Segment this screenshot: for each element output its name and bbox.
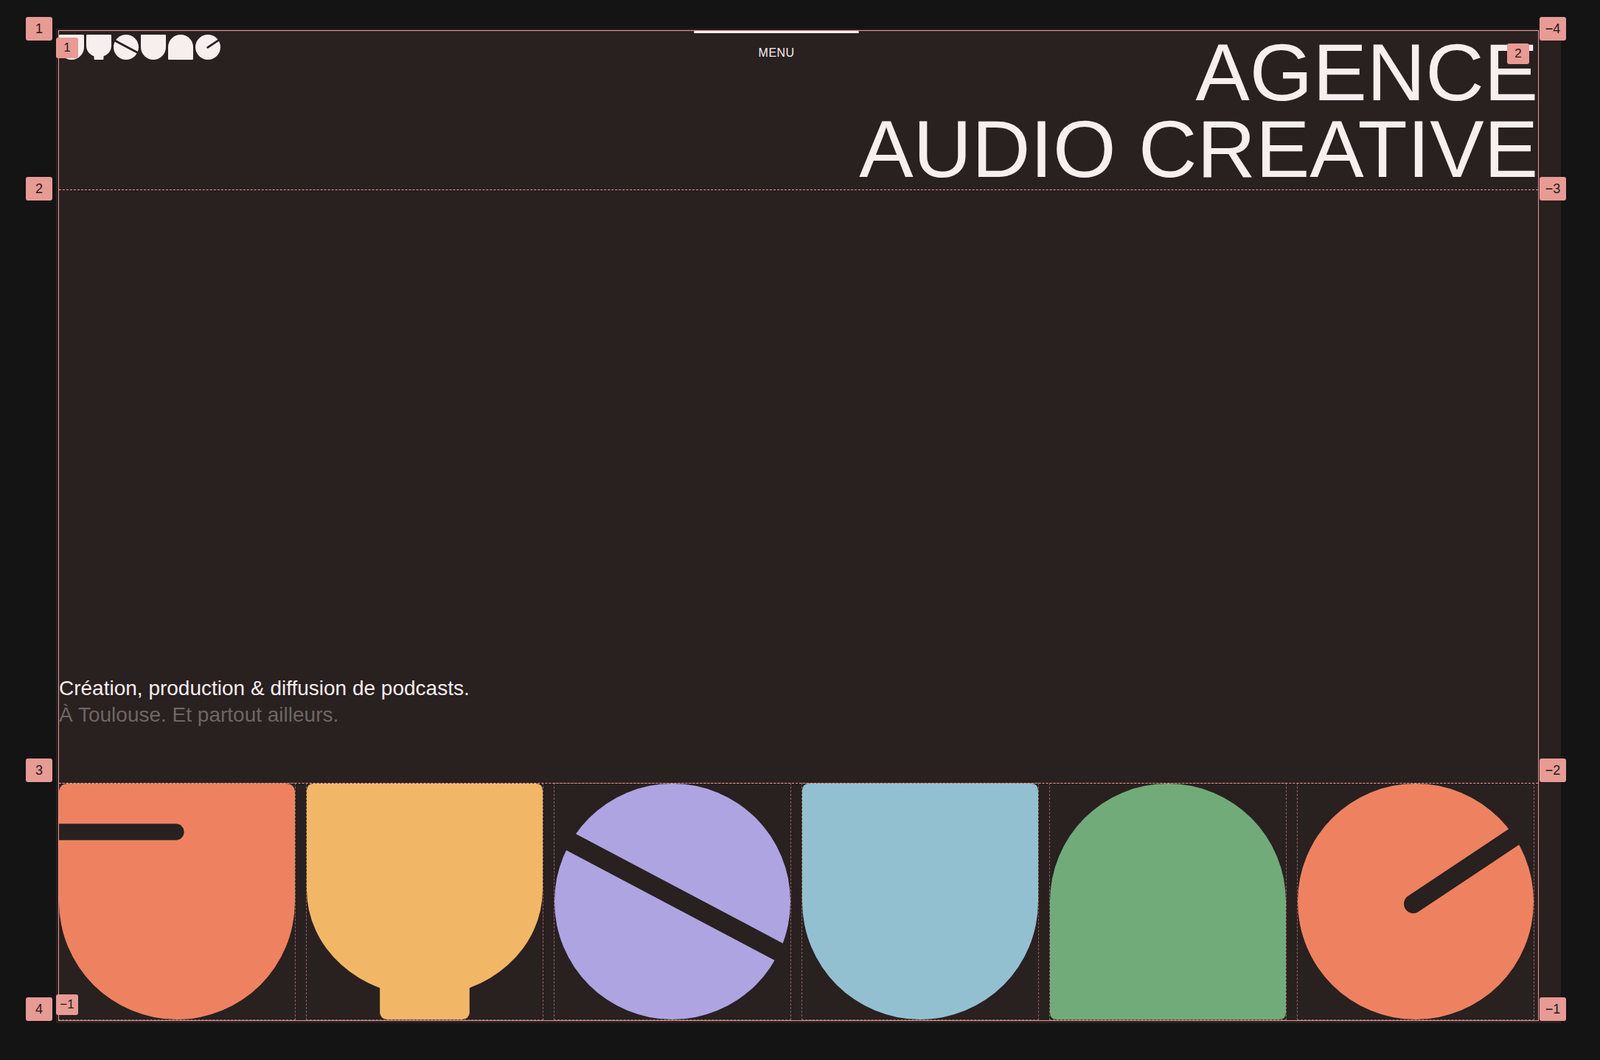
row-line-badge: 1 <box>25 16 53 41</box>
tagline: Création, production & diffusion de podc… <box>58 675 1539 702</box>
row-line-badge: 4 <box>25 997 53 1022</box>
arch-shape-icon <box>168 34 194 60</box>
slot-shape-icon <box>58 783 295 1020</box>
row-line-badge: −2 <box>1539 758 1567 783</box>
hero-title: AGENCEAUDIO CREATIVE <box>858 33 1539 188</box>
menu-button[interactable]: MENU <box>693 30 859 60</box>
split-circle-shape-icon <box>113 34 139 60</box>
column-line-badge: 2 <box>1507 43 1530 65</box>
arch-shape-icon <box>1049 783 1286 1020</box>
header: MENU AGENCEAUDIO CREATIVE <box>58 30 1539 191</box>
row-line-badge: −4 <box>1539 16 1567 41</box>
column-line-badge: 1 <box>56 37 79 59</box>
shape-cell <box>802 783 1039 1020</box>
menu-bar <box>693 30 859 34</box>
column-line-badge: −1 <box>56 994 79 1016</box>
subline: À Toulouse. Et partout ailleurs. <box>58 701 1539 729</box>
shape-cell <box>554 783 791 1020</box>
cup-shape-icon <box>86 34 112 60</box>
shape-cell <box>306 783 543 1020</box>
shape-cell <box>1297 783 1534 1020</box>
row-line-badge: 3 <box>25 758 53 783</box>
hero-intro: Création, production & diffusion de podc… <box>58 190 1539 784</box>
shape-cell <box>1049 783 1286 1020</box>
shape-cell <box>58 783 295 1020</box>
notch-circle-shape-icon <box>195 34 221 60</box>
cup-shape-icon <box>306 783 543 1020</box>
row-line-badge: 2 <box>25 176 53 201</box>
logo[interactable] <box>58 34 694 60</box>
notch-circle-shape-icon <box>1297 783 1534 1020</box>
menu-label[interactable]: MENU <box>758 46 795 60</box>
layout-grid: MENU AGENCEAUDIO CREATIVE Création, prod… <box>58 30 1539 1022</box>
hero-title-line: AUDIO CREATIVE <box>858 110 1539 188</box>
hero-title-line: AGENCE <box>858 33 1539 111</box>
row-line-badge: −1 <box>1539 997 1567 1022</box>
page: MENU AGENCEAUDIO CREATIVE Création, prod… <box>56 28 1561 1024</box>
split-circle-shape-icon <box>554 783 791 1020</box>
u-shape-icon <box>140 34 166 60</box>
shape-row <box>58 783 1539 1021</box>
row-line-badge: −3 <box>1539 176 1567 201</box>
u-shape-icon <box>802 783 1039 1020</box>
